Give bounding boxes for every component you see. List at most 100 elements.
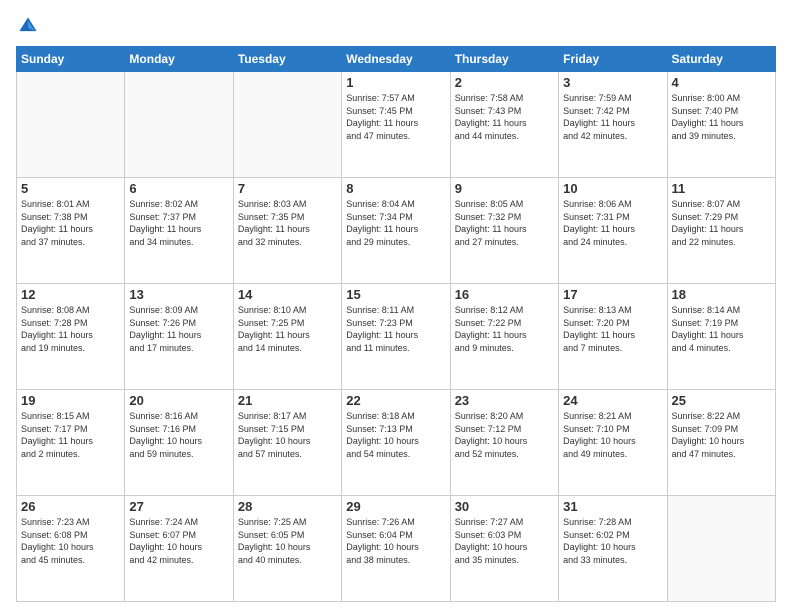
day-info: Sunrise: 8:18 AM Sunset: 7:13 PM Dayligh… bbox=[346, 410, 445, 460]
day-info: Sunrise: 8:00 AM Sunset: 7:40 PM Dayligh… bbox=[672, 92, 771, 142]
day-number: 26 bbox=[21, 499, 120, 514]
day-number: 25 bbox=[672, 393, 771, 408]
week-row-2: 5 Sunrise: 8:01 AM Sunset: 7:38 PM Daylig… bbox=[17, 178, 776, 284]
day-number: 5 bbox=[21, 181, 120, 196]
calendar-cell: 27 Sunrise: 7:24 AM Sunset: 6:07 PM Dayli… bbox=[125, 496, 233, 602]
day-number: 27 bbox=[129, 499, 228, 514]
day-info: Sunrise: 8:08 AM Sunset: 7:28 PM Dayligh… bbox=[21, 304, 120, 354]
day-info: Sunrise: 7:59 AM Sunset: 7:42 PM Dayligh… bbox=[563, 92, 662, 142]
calendar-cell: 3 Sunrise: 7:59 AM Sunset: 7:42 PM Daylig… bbox=[559, 72, 667, 178]
weekday-header-tuesday: Tuesday bbox=[233, 47, 341, 72]
day-number: 1 bbox=[346, 75, 445, 90]
weekday-header-row: SundayMondayTuesdayWednesdayThursdayFrid… bbox=[17, 47, 776, 72]
day-info: Sunrise: 8:10 AM Sunset: 7:25 PM Dayligh… bbox=[238, 304, 337, 354]
day-info: Sunrise: 8:09 AM Sunset: 7:26 PM Dayligh… bbox=[129, 304, 228, 354]
header bbox=[16, 14, 776, 38]
day-number: 8 bbox=[346, 181, 445, 196]
calendar-cell bbox=[125, 72, 233, 178]
calendar-cell: 24 Sunrise: 8:21 AM Sunset: 7:10 PM Dayli… bbox=[559, 390, 667, 496]
day-info: Sunrise: 7:58 AM Sunset: 7:43 PM Dayligh… bbox=[455, 92, 554, 142]
week-row-1: 1 Sunrise: 7:57 AM Sunset: 7:45 PM Daylig… bbox=[17, 72, 776, 178]
day-number: 24 bbox=[563, 393, 662, 408]
calendar-cell: 15 Sunrise: 8:11 AM Sunset: 7:23 PM Dayli… bbox=[342, 284, 450, 390]
day-info: Sunrise: 8:01 AM Sunset: 7:38 PM Dayligh… bbox=[21, 198, 120, 248]
day-info: Sunrise: 7:57 AM Sunset: 7:45 PM Dayligh… bbox=[346, 92, 445, 142]
calendar-cell bbox=[233, 72, 341, 178]
week-row-4: 19 Sunrise: 8:15 AM Sunset: 7:17 PM Dayli… bbox=[17, 390, 776, 496]
day-info: Sunrise: 8:07 AM Sunset: 7:29 PM Dayligh… bbox=[672, 198, 771, 248]
logo bbox=[16, 14, 44, 38]
day-number: 12 bbox=[21, 287, 120, 302]
day-info: Sunrise: 8:16 AM Sunset: 7:16 PM Dayligh… bbox=[129, 410, 228, 460]
day-info: Sunrise: 8:06 AM Sunset: 7:31 PM Dayligh… bbox=[563, 198, 662, 248]
calendar-cell: 6 Sunrise: 8:02 AM Sunset: 7:37 PM Daylig… bbox=[125, 178, 233, 284]
weekday-header-thursday: Thursday bbox=[450, 47, 558, 72]
day-info: Sunrise: 8:02 AM Sunset: 7:37 PM Dayligh… bbox=[129, 198, 228, 248]
calendar-cell: 21 Sunrise: 8:17 AM Sunset: 7:15 PM Dayli… bbox=[233, 390, 341, 496]
day-number: 30 bbox=[455, 499, 554, 514]
day-info: Sunrise: 7:28 AM Sunset: 6:02 PM Dayligh… bbox=[563, 516, 662, 566]
day-info: Sunrise: 8:05 AM Sunset: 7:32 PM Dayligh… bbox=[455, 198, 554, 248]
calendar-cell: 4 Sunrise: 8:00 AM Sunset: 7:40 PM Daylig… bbox=[667, 72, 775, 178]
weekday-header-wednesday: Wednesday bbox=[342, 47, 450, 72]
day-info: Sunrise: 8:21 AM Sunset: 7:10 PM Dayligh… bbox=[563, 410, 662, 460]
day-info: Sunrise: 8:12 AM Sunset: 7:22 PM Dayligh… bbox=[455, 304, 554, 354]
calendar-cell: 11 Sunrise: 8:07 AM Sunset: 7:29 PM Dayli… bbox=[667, 178, 775, 284]
calendar-cell: 1 Sunrise: 7:57 AM Sunset: 7:45 PM Daylig… bbox=[342, 72, 450, 178]
day-number: 10 bbox=[563, 181, 662, 196]
calendar-cell: 13 Sunrise: 8:09 AM Sunset: 7:26 PM Dayli… bbox=[125, 284, 233, 390]
calendar-cell: 18Sunrise: 8:14 AM Sunset: 7:19 PM Dayli… bbox=[667, 284, 775, 390]
day-number: 22 bbox=[346, 393, 445, 408]
calendar-cell: 2 Sunrise: 7:58 AM Sunset: 7:43 PM Daylig… bbox=[450, 72, 558, 178]
day-number: 20 bbox=[129, 393, 228, 408]
day-number: 19 bbox=[21, 393, 120, 408]
day-number: 31 bbox=[563, 499, 662, 514]
calendar-cell: 30 Sunrise: 7:27 AM Sunset: 6:03 PM Dayli… bbox=[450, 496, 558, 602]
calendar-cell: 20 Sunrise: 8:16 AM Sunset: 7:16 PM Dayli… bbox=[125, 390, 233, 496]
day-number: 3 bbox=[563, 75, 662, 90]
week-row-3: 12 Sunrise: 8:08 AM Sunset: 7:28 PM Dayli… bbox=[17, 284, 776, 390]
day-number: 21 bbox=[238, 393, 337, 408]
calendar-cell: 16 Sunrise: 8:12 AM Sunset: 7:22 PM Dayli… bbox=[450, 284, 558, 390]
calendar-cell: 19 Sunrise: 8:15 AM Sunset: 7:17 PM Dayli… bbox=[17, 390, 125, 496]
weekday-header-sunday: Sunday bbox=[17, 47, 125, 72]
calendar-cell: 10 Sunrise: 8:06 AM Sunset: 7:31 PM Dayli… bbox=[559, 178, 667, 284]
day-number: 18 bbox=[672, 287, 771, 302]
day-number: 13 bbox=[129, 287, 228, 302]
calendar-cell bbox=[17, 72, 125, 178]
calendar-cell: 14 Sunrise: 8:10 AM Sunset: 7:25 PM Dayli… bbox=[233, 284, 341, 390]
day-number: 7 bbox=[238, 181, 337, 196]
weekday-header-friday: Friday bbox=[559, 47, 667, 72]
day-number: 2 bbox=[455, 75, 554, 90]
day-info: Sunrise: 8:03 AM Sunset: 7:35 PM Dayligh… bbox=[238, 198, 337, 248]
day-info: Sunrise: 7:27 AM Sunset: 6:03 PM Dayligh… bbox=[455, 516, 554, 566]
page: SundayMondayTuesdayWednesdayThursdayFrid… bbox=[0, 0, 792, 612]
day-number: 15 bbox=[346, 287, 445, 302]
weekday-header-monday: Monday bbox=[125, 47, 233, 72]
calendar-cell: 17Sunrise: 8:13 AM Sunset: 7:20 PM Dayli… bbox=[559, 284, 667, 390]
day-info: Sunrise: 8:15 AM Sunset: 7:17 PM Dayligh… bbox=[21, 410, 120, 460]
calendar-cell: 26Sunrise: 7:23 AM Sunset: 6:08 PM Dayli… bbox=[17, 496, 125, 602]
logo-icon bbox=[16, 14, 40, 38]
day-info: Sunrise: 7:25 AM Sunset: 6:05 PM Dayligh… bbox=[238, 516, 337, 566]
calendar-cell: 25Sunrise: 8:22 AM Sunset: 7:09 PM Dayli… bbox=[667, 390, 775, 496]
day-number: 23 bbox=[455, 393, 554, 408]
day-number: 16 bbox=[455, 287, 554, 302]
day-number: 6 bbox=[129, 181, 228, 196]
day-info: Sunrise: 8:17 AM Sunset: 7:15 PM Dayligh… bbox=[238, 410, 337, 460]
calendar-cell bbox=[667, 496, 775, 602]
day-number: 11 bbox=[672, 181, 771, 196]
day-info: Sunrise: 8:11 AM Sunset: 7:23 PM Dayligh… bbox=[346, 304, 445, 354]
calendar-cell: 9 Sunrise: 8:05 AM Sunset: 7:32 PM Daylig… bbox=[450, 178, 558, 284]
calendar-cell: 8 Sunrise: 8:04 AM Sunset: 7:34 PM Daylig… bbox=[342, 178, 450, 284]
day-number: 14 bbox=[238, 287, 337, 302]
calendar-cell: 28Sunrise: 7:25 AM Sunset: 6:05 PM Dayli… bbox=[233, 496, 341, 602]
day-info: Sunrise: 8:04 AM Sunset: 7:34 PM Dayligh… bbox=[346, 198, 445, 248]
day-number: 9 bbox=[455, 181, 554, 196]
day-info: Sunrise: 7:26 AM Sunset: 6:04 PM Dayligh… bbox=[346, 516, 445, 566]
day-number: 4 bbox=[672, 75, 771, 90]
calendar-table: SundayMondayTuesdayWednesdayThursdayFrid… bbox=[16, 46, 776, 602]
weekday-header-saturday: Saturday bbox=[667, 47, 775, 72]
day-info: Sunrise: 7:24 AM Sunset: 6:07 PM Dayligh… bbox=[129, 516, 228, 566]
calendar-cell: 7 Sunrise: 8:03 AM Sunset: 7:35 PM Daylig… bbox=[233, 178, 341, 284]
